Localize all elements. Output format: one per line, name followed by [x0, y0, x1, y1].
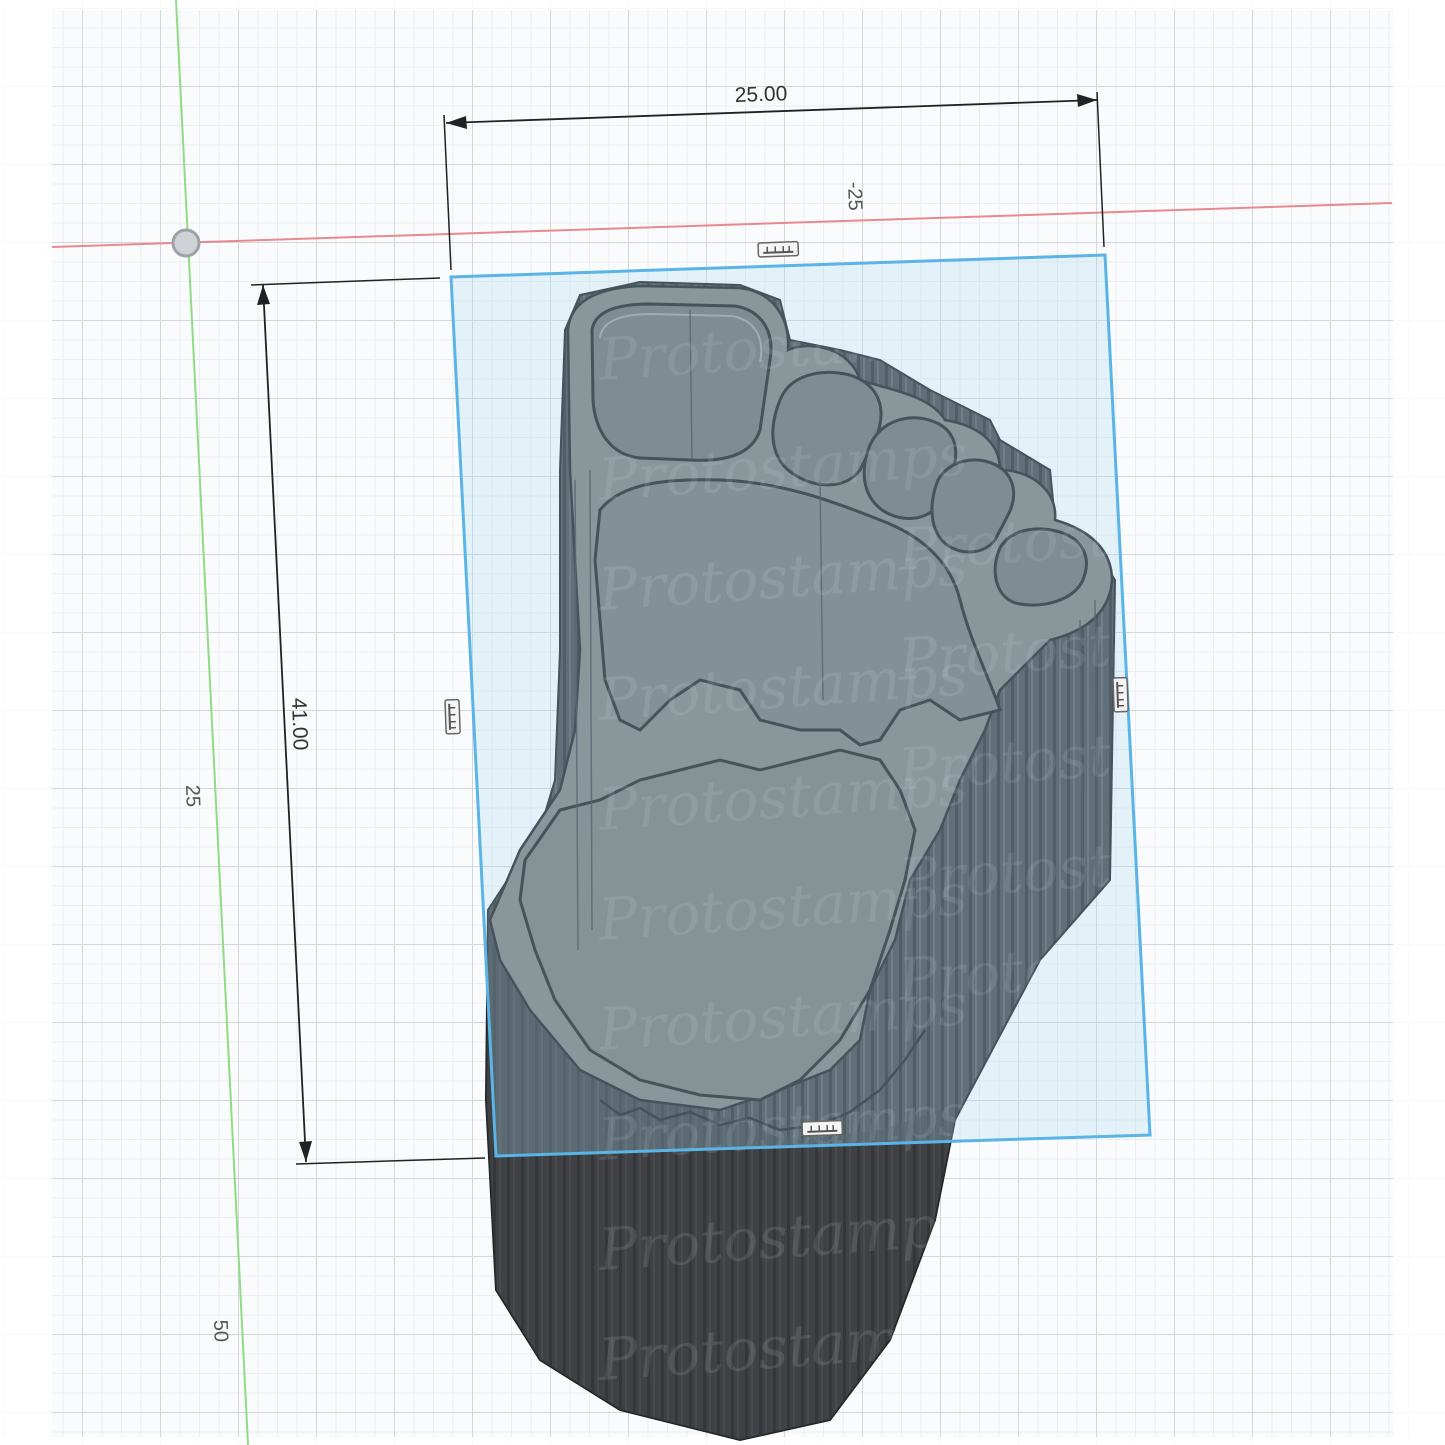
selection-rectangle[interactable] [449, 253, 1152, 1158]
width-dimension-label[interactable]: 25.00 [734, 82, 787, 107]
horizontal-constraint-icon[interactable] [801, 1119, 844, 1137]
cad-scene: -25 25 50 Protostamps Protostamps Protos… [51, 0, 1393, 1445]
vertical-constraint-icon[interactable] [1112, 676, 1129, 713]
left-ruler-label-lower: 50 [209, 1319, 232, 1342]
x-axis-line [51, 202, 1393, 248]
height-dimension-label[interactable]: 41.00 [287, 697, 312, 750]
origin-point-icon[interactable] [171, 228, 201, 258]
vertical-constraint-icon[interactable] [444, 698, 461, 735]
horizontal-constraint-icon[interactable] [757, 240, 800, 258]
y-axis-line [175, 0, 249, 1445]
top-ruler-label: -25 [843, 181, 866, 211]
left-ruler-label-upper: 25 [181, 784, 204, 807]
